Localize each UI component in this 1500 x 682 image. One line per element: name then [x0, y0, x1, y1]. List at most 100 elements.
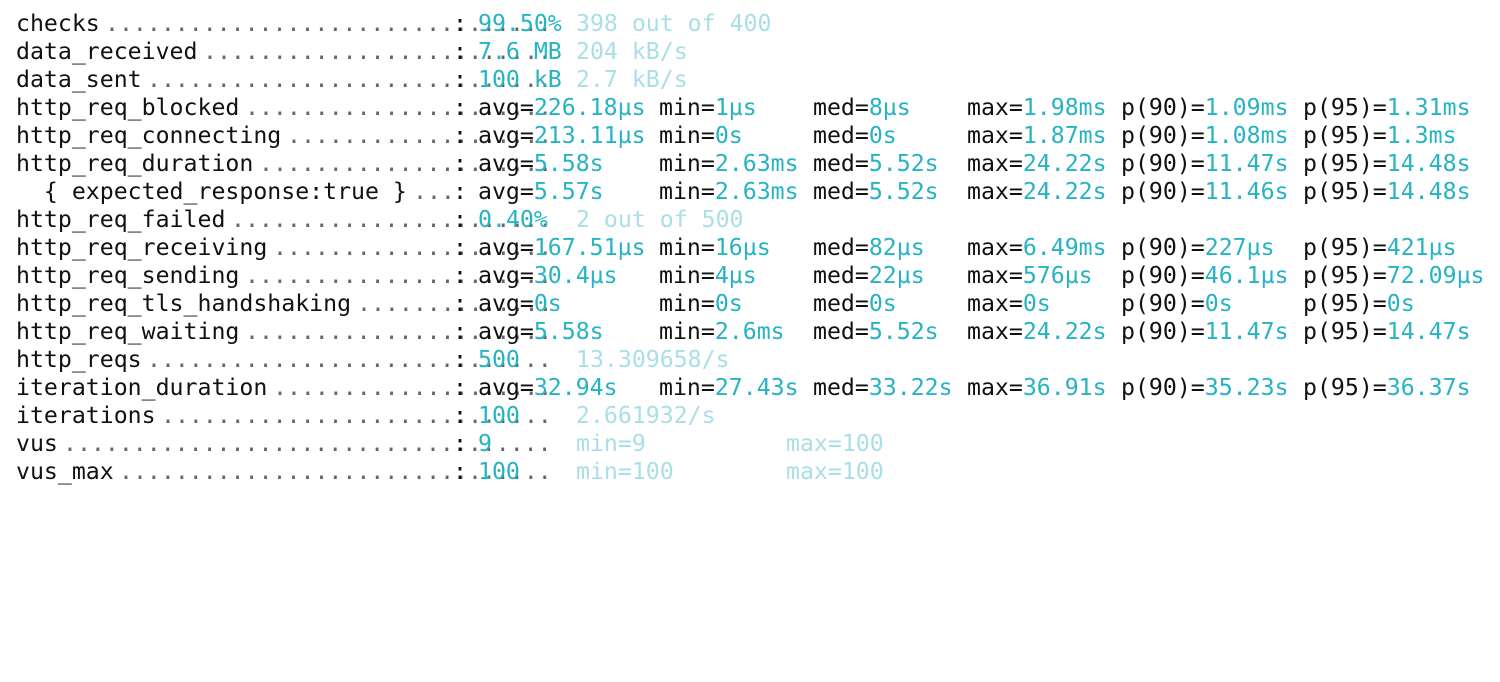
stat-med: med=5.52s: [813, 150, 939, 177]
metric-name: data_sent: [16, 66, 142, 93]
stat-max: max=24.22s: [967, 178, 1107, 205]
colon: :: [453, 38, 467, 65]
colon: :: [453, 150, 467, 177]
metric-row-http-req-failed: http_req_failed ....................... …: [16, 206, 744, 234]
stat-p90: p(90)=1.09ms: [1121, 94, 1289, 121]
metric-row-http-req-sending: http_req_sending ...................... …: [16, 262, 1485, 290]
metric-row-http-req-tls-handshaking: http_req_tls_handshaking .............. …: [16, 290, 1415, 318]
stat-p90: p(90)=1.08ms: [1121, 122, 1289, 149]
stat-max: max=0s: [967, 290, 1051, 317]
metric-min: min=9: [576, 430, 646, 457]
metric-row-iteration-duration: iteration_duration .................... …: [16, 374, 1471, 402]
stat-p95: p(95)=72.09µs: [1303, 262, 1485, 289]
metric-value: 7.6 MB: [478, 38, 562, 65]
metric-name: data_received: [16, 38, 198, 65]
dot-leader: ...: [413, 178, 455, 205]
metric-rate: 13.309658/s: [576, 346, 730, 373]
metric-value: 500: [478, 346, 520, 373]
metric-name: http_req_connecting: [16, 122, 282, 149]
stat-med: med=8µs: [813, 94, 911, 121]
metric-row-http-req-duration: http_req_duration ..................... …: [16, 150, 1471, 178]
metric-name: checks: [16, 10, 100, 37]
stat-avg: avg=5.57s: [478, 178, 604, 205]
colon: :: [453, 262, 467, 289]
colon: :: [453, 458, 467, 485]
stat-p90: p(90)=35.23s: [1121, 374, 1289, 401]
metric-row-http-req-blocked: http_req_blocked ...................... …: [16, 94, 1471, 122]
stat-med: med=0s: [813, 290, 897, 317]
metric-name: http_req_receiving: [16, 234, 268, 261]
stat-max: max=6.49ms: [967, 234, 1107, 261]
stat-min: min=2.6ms: [659, 318, 785, 345]
stat-p95: p(95)=14.48s: [1303, 150, 1471, 177]
stat-p95: p(95)=1.31ms: [1303, 94, 1471, 121]
stat-med: med=5.52s: [813, 178, 939, 205]
stat-p90: p(90)=11.47s: [1121, 318, 1289, 345]
stat-max: max=1.98ms: [967, 94, 1107, 121]
metric-value: 100: [478, 458, 520, 485]
stat-min: min=27.43s: [659, 374, 799, 401]
stat-avg: avg=30.4µs: [478, 262, 618, 289]
colon: :: [453, 346, 467, 373]
colon: :: [453, 122, 467, 149]
stat-p95: p(95)=1.3ms: [1303, 122, 1457, 149]
metric-min: min=100: [576, 458, 674, 485]
stat-min: min=16µs: [659, 234, 771, 261]
colon: :: [453, 206, 467, 233]
stat-avg: avg=226.18µs: [478, 94, 646, 121]
metric-name: http_req_tls_handshaking: [16, 290, 352, 317]
stat-p95: p(95)=14.47s: [1303, 318, 1471, 345]
metric-row-http-req-connecting: http_req_connecting ................... …: [16, 122, 1457, 150]
metric-row-data-received: data_received ......................... …: [16, 38, 688, 66]
stat-p90: p(90)=11.47s: [1121, 150, 1289, 177]
metric-secondary: 398 out of 400: [576, 10, 772, 37]
stat-avg: avg=32.94s: [478, 374, 618, 401]
metric-secondary: 2 out of 500: [576, 206, 744, 233]
metric-secondary: 204 kB/s: [576, 38, 688, 65]
stat-med: med=0s: [813, 122, 897, 149]
metric-row-vus-max: vus_max ............................... …: [16, 458, 884, 486]
stat-p95: p(95)=0s: [1303, 290, 1415, 317]
metric-row-http-req-waiting: http_req_waiting ...................... …: [16, 318, 1471, 346]
stat-med: med=5.52s: [813, 318, 939, 345]
metric-row-data-sent: data_sent ............................. …: [16, 66, 688, 94]
stat-min: min=2.63ms: [659, 178, 799, 205]
metric-name: http_reqs: [16, 346, 142, 373]
stat-med: med=33.22s: [813, 374, 953, 401]
stat-avg: avg=5.58s: [478, 318, 604, 345]
metric-row-iterations: iterations ............................ …: [16, 402, 716, 430]
stat-p95: p(95)=14.48s: [1303, 178, 1471, 205]
metric-name: vus_max: [16, 458, 114, 485]
metric-value: 99.50%: [478, 10, 562, 37]
metric-value: 100: [478, 402, 520, 429]
metric-row-checks: checks ................................ …: [16, 10, 771, 38]
metric-name: iteration_duration: [16, 374, 268, 401]
metric-max: max=100: [786, 430, 884, 457]
metric-row-vus: vus ................................... …: [16, 430, 884, 458]
stat-max: max=1.87ms: [967, 122, 1107, 149]
metric-name: http_req_blocked: [16, 94, 240, 121]
stat-min: min=4µs: [659, 262, 757, 289]
stat-avg: avg=5.58s: [478, 150, 604, 177]
terminal-output: checks ................................ …: [0, 0, 1500, 506]
stat-max: max=36.91s: [967, 374, 1107, 401]
stat-min: min=0s: [659, 290, 743, 317]
colon: :: [453, 290, 467, 317]
colon: :: [453, 430, 467, 457]
metric-name: { expected_response:true }: [16, 178, 407, 205]
stat-avg: avg=167.51µs: [478, 234, 646, 261]
metric-value: 9: [478, 430, 492, 457]
stat-avg: avg=0s: [478, 290, 562, 317]
metric-name: iterations: [16, 402, 156, 429]
metric-value: 0.40%: [478, 206, 548, 233]
colon: :: [453, 178, 467, 205]
metric-name: http_req_failed: [16, 206, 226, 233]
stat-max: max=576µs: [967, 262, 1093, 289]
metric-row-http-reqs: http_reqs ............................. …: [16, 346, 730, 374]
stat-min: min=2.63ms: [659, 150, 799, 177]
colon: :: [453, 66, 467, 93]
colon: :: [453, 402, 467, 429]
stat-p90: p(90)=227µs: [1121, 234, 1275, 261]
metric-name: http_req_waiting: [16, 318, 240, 345]
colon: :: [453, 94, 467, 121]
